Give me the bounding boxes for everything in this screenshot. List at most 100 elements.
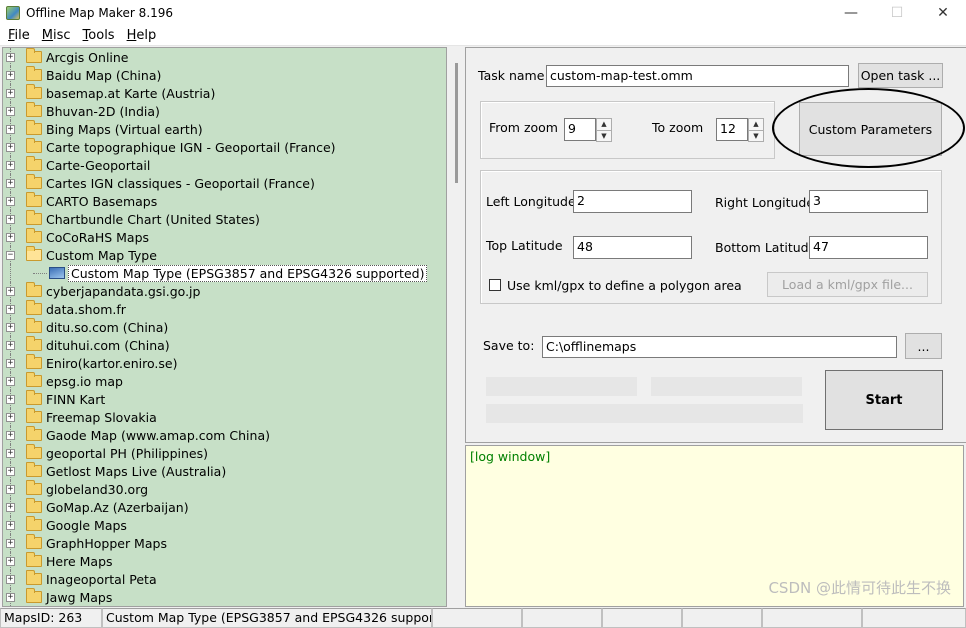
expand-icon[interactable]: +	[6, 88, 15, 98]
tree-item[interactable]: + CoCoRaHS Maps	[3, 228, 446, 246]
expand-icon[interactable]: +	[6, 466, 15, 476]
tree-item-label: CARTO Basemaps	[46, 193, 158, 209]
expand-icon[interactable]: +	[6, 52, 15, 62]
tree-item[interactable]: + ditu.so.com (China)	[3, 318, 446, 336]
spin-down-icon[interactable]: ▼	[749, 131, 763, 142]
expand-icon[interactable]: +	[6, 394, 15, 404]
expand-icon[interactable]: +	[6, 340, 15, 350]
menu-help[interactable]: Help	[121, 28, 163, 43]
folder-icon	[26, 156, 42, 171]
tree-item-label: Google Maps	[46, 517, 127, 533]
expand-icon[interactable]: +	[6, 376, 15, 386]
tree-item[interactable]: + Bing Maps (Virtual earth)	[3, 120, 446, 138]
minimize-button[interactable]: —	[828, 0, 874, 26]
tree-item[interactable]: − Custom Map Type	[3, 246, 446, 264]
to-zoom-spinner[interactable]: ▲ ▼	[748, 118, 764, 142]
spin-up-icon[interactable]: ▲	[597, 119, 611, 131]
menu-tools[interactable]: Tools	[77, 28, 121, 43]
tree-item-label: Custom Map Type	[46, 247, 157, 263]
tree-item[interactable]: + basemap.at Karte (Austria)	[3, 84, 446, 102]
tree-item[interactable]: + Cartes IGN classiques - Geoportail (Fra…	[3, 174, 446, 192]
from-zoom-label: From zoom	[489, 120, 558, 135]
tree-child-item[interactable]: Custom Map Type (EPSG3857 and EPSG4326 s…	[3, 264, 446, 282]
folder-icon	[26, 336, 42, 351]
expand-icon[interactable]: +	[6, 448, 15, 458]
maximize-button[interactable]: ☐	[874, 0, 920, 26]
tree-item[interactable]: + data.shom.fr	[3, 300, 446, 318]
expand-icon[interactable]: +	[6, 412, 15, 422]
tree-item[interactable]: + Inageoportal Peta	[3, 570, 446, 588]
tree-item[interactable]: + Getlost Maps Live (Australia)	[3, 462, 446, 480]
expand-icon[interactable]: +	[6, 430, 15, 440]
tree-item[interactable]: + GoMap.Az (Azerbaijan)	[3, 498, 446, 516]
expand-icon[interactable]: +	[6, 196, 15, 206]
tree-item[interactable]: + Jawg Maps	[3, 588, 446, 606]
expand-icon[interactable]: +	[6, 484, 15, 494]
tree-item[interactable]: + Freemap Slovakia	[3, 408, 446, 426]
expand-icon[interactable]: +	[6, 556, 15, 566]
left-longitude-input[interactable]: 2	[573, 190, 692, 213]
tree-item[interactable]: + epsg.io map	[3, 372, 446, 390]
menu-file[interactable]: File	[2, 28, 36, 43]
log-window[interactable]: [log window] CSDN @此情可待此生不换	[465, 445, 964, 607]
tree-item[interactable]: + Carte-Geoportail	[3, 156, 446, 174]
tree-item[interactable]: + Baidu Map (China)	[3, 66, 446, 84]
tree-item[interactable]: + CARTO Basemaps	[3, 192, 446, 210]
expand-icon[interactable]: +	[6, 502, 15, 512]
expand-icon[interactable]: +	[6, 160, 15, 170]
tree-item[interactable]: + Carte topographique IGN - Geoportail (F…	[3, 138, 446, 156]
start-button[interactable]: Start	[825, 370, 943, 430]
load-kml-button[interactable]: Load a kml/gpx file...	[767, 272, 928, 297]
collapse-icon[interactable]: −	[6, 250, 15, 260]
tree-item[interactable]: + FINN Kart	[3, 390, 446, 408]
expand-icon[interactable]: +	[6, 232, 15, 242]
tree-item[interactable]: + Eniro(kartor.eniro.se)	[3, 354, 446, 372]
open-task-button[interactable]: Open task ...	[858, 63, 943, 88]
from-zoom-input[interactable]: 9	[564, 118, 596, 141]
tree-item[interactable]: + Bhuvan-2D (India)	[3, 102, 446, 120]
top-latitude-input[interactable]: 48	[573, 236, 692, 259]
right-longitude-input[interactable]: 3	[809, 190, 928, 213]
tree-guide-line	[33, 273, 47, 274]
tree-scrollbar-thumb[interactable]	[455, 63, 458, 183]
expand-icon[interactable]: +	[6, 304, 15, 314]
app-icon	[6, 6, 20, 20]
map-type-tree[interactable]: + Arcgis Online + Baidu Map (China) + basemap…	[2, 47, 447, 607]
watermark: CSDN @此情可待此生不换	[768, 579, 951, 597]
tree-item[interactable]: + Chartbundle Chart (United States)	[3, 210, 446, 228]
tree-item[interactable]: + dituhui.com (China)	[3, 336, 446, 354]
to-zoom-input[interactable]: 12	[716, 118, 748, 141]
expand-icon[interactable]: +	[6, 142, 15, 152]
expand-icon[interactable]: +	[6, 178, 15, 188]
tree-item[interactable]: + Google Maps	[3, 516, 446, 534]
browse-folder-button[interactable]: ...	[905, 333, 942, 359]
menu-misc[interactable]: Misc	[36, 28, 77, 43]
use-kml-checkbox[interactable]	[489, 279, 501, 291]
tree-item[interactable]: + cyberjapandata.gsi.go.jp	[3, 282, 446, 300]
expand-icon[interactable]: +	[6, 286, 15, 296]
expand-icon[interactable]: +	[6, 124, 15, 134]
expand-icon[interactable]: +	[6, 70, 15, 80]
expand-icon[interactable]: +	[6, 520, 15, 530]
from-zoom-spinner[interactable]: ▲ ▼	[596, 118, 612, 142]
bottom-latitude-input[interactable]: 47	[809, 236, 928, 259]
expand-icon[interactable]: +	[6, 574, 15, 584]
tree-item[interactable]: + GraphHopper Maps	[3, 534, 446, 552]
expand-icon[interactable]: +	[6, 592, 15, 602]
tree-item[interactable]: + globeland30.org	[3, 480, 446, 498]
expand-icon[interactable]: +	[6, 358, 15, 368]
spin-up-icon[interactable]: ▲	[749, 119, 763, 131]
save-to-input[interactable]: C:\offlinemaps	[542, 336, 897, 358]
close-button[interactable]: ✕	[920, 0, 966, 26]
expand-icon[interactable]: +	[6, 322, 15, 332]
task-name-input[interactable]: custom-map-test.omm	[546, 65, 849, 87]
progress-bar-2	[651, 377, 802, 396]
spin-down-icon[interactable]: ▼	[597, 131, 611, 142]
expand-icon[interactable]: +	[6, 106, 15, 116]
tree-item[interactable]: + Arcgis Online	[3, 48, 446, 66]
expand-icon[interactable]: +	[6, 538, 15, 548]
tree-item[interactable]: + Gaode Map (www.amap.com China)	[3, 426, 446, 444]
tree-item[interactable]: + Here Maps	[3, 552, 446, 570]
expand-icon[interactable]: +	[6, 214, 15, 224]
tree-item[interactable]: + geoportal PH (Philippines)	[3, 444, 446, 462]
